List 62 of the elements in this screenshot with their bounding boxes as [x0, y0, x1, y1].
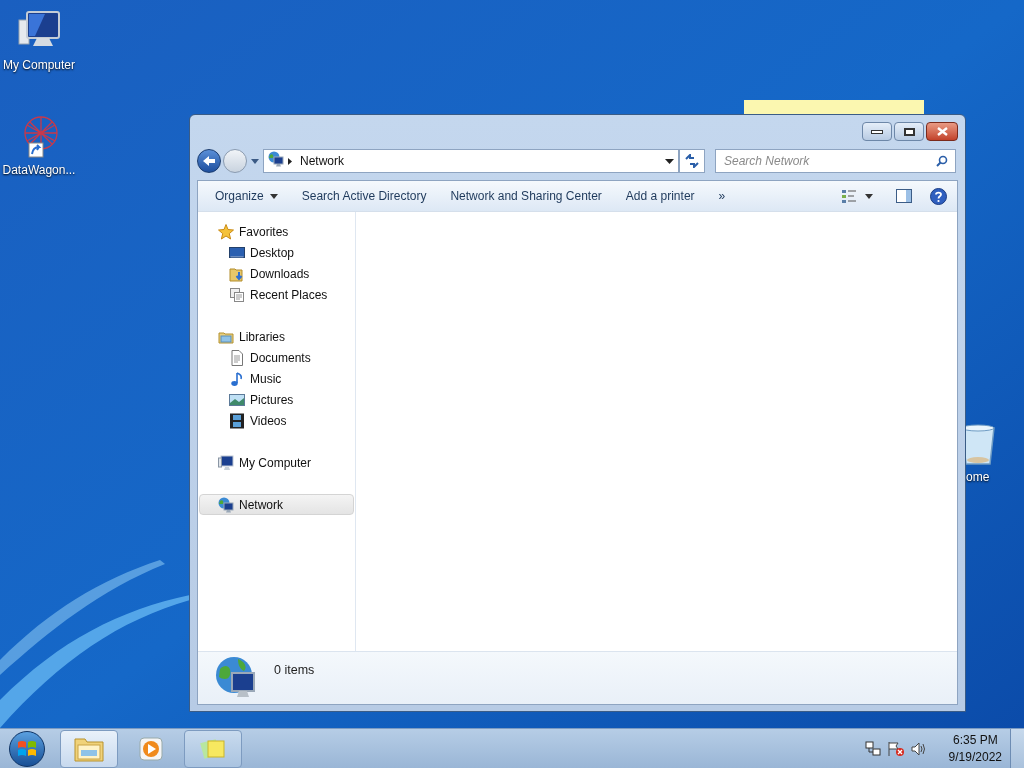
toolbar-button[interactable]: Add a printer — [616, 185, 704, 207]
toolbar-button[interactable]: » — [709, 185, 735, 207]
breadcrumb[interactable]: Network — [300, 152, 344, 170]
nav-item[interactable]: Pictures — [199, 389, 354, 410]
downloads-icon — [229, 265, 245, 282]
nav-item[interactable]: Music — [199, 368, 354, 389]
action-center-flag-icon[interactable] — [886, 740, 905, 757]
search-icon — [936, 155, 948, 167]
nav-item[interactable]: Libraries — [199, 326, 354, 347]
nav-item[interactable]: Network — [199, 494, 354, 515]
media-player-icon — [137, 734, 165, 763]
network-status-icon[interactable] — [864, 740, 881, 757]
star-icon — [218, 223, 234, 240]
dropdown-caret-icon[interactable] — [665, 158, 674, 164]
minimize-button[interactable] — [862, 122, 892, 141]
icon-label: DataWagon... — [2, 163, 76, 177]
network-icon — [268, 150, 284, 167]
caret-icon — [865, 193, 873, 199]
refresh-icon — [684, 154, 700, 168]
icon-label: ome — [966, 470, 990, 484]
nav-item[interactable]: Videos — [199, 410, 354, 431]
start-button[interactable] — [9, 730, 45, 767]
toolbar-button[interactable]: Network and Sharing Center — [441, 185, 611, 207]
nav-item[interactable]: Desktop — [199, 242, 354, 263]
recent-icon — [229, 286, 245, 303]
network-icon — [218, 496, 234, 513]
history-caret-icon — [251, 158, 259, 164]
caret-icon — [269, 193, 278, 199]
breadcrumb-arrow-icon — [288, 157, 292, 165]
computer-icon — [218, 454, 234, 471]
pictures-icon — [229, 391, 245, 408]
nav-item[interactable]: My Computer — [199, 452, 354, 473]
clock[interactable]: 6:35 PM 9/19/2022 — [948, 731, 1002, 766]
taskbar-button[interactable] — [60, 729, 118, 768]
organize-menu[interactable]: Organize — [206, 185, 287, 207]
close-icon — [936, 127, 948, 136]
refresh-button[interactable] — [679, 149, 705, 173]
windows-logo-icon — [17, 739, 37, 758]
address-bar[interactable]: Network — [263, 149, 679, 173]
music-icon — [229, 370, 245, 387]
nav-item[interactable]: Favorites — [199, 221, 354, 242]
help-icon — [929, 187, 947, 205]
volume-icon[interactable] — [910, 740, 927, 757]
nav-item[interactable]: Recent Places — [199, 284, 354, 305]
icon-label: My Computer — [3, 58, 75, 72]
close-button[interactable] — [926, 122, 958, 141]
documents-icon — [229, 349, 245, 366]
search-field[interactable]: Search Network — [715, 149, 956, 173]
preview-pane-icon — [896, 189, 912, 203]
item-count: 0 items — [274, 662, 315, 679]
videos-icon — [229, 412, 245, 429]
help-button[interactable] — [927, 185, 949, 207]
nav-item[interactable]: Downloads — [199, 263, 354, 284]
clock-time: 6:35 PM — [952, 731, 998, 749]
nav-item[interactable]: Documents — [199, 347, 354, 368]
desktop-icon — [229, 244, 245, 261]
back-arrow-icon — [202, 155, 216, 167]
clock-date: 9/19/2022 — [948, 748, 1002, 766]
view-icon — [841, 189, 857, 203]
toolbar-button[interactable]: Search Active Directory — [292, 185, 436, 207]
back-button[interactable] — [197, 149, 221, 173]
maximize-button[interactable] — [894, 122, 924, 141]
